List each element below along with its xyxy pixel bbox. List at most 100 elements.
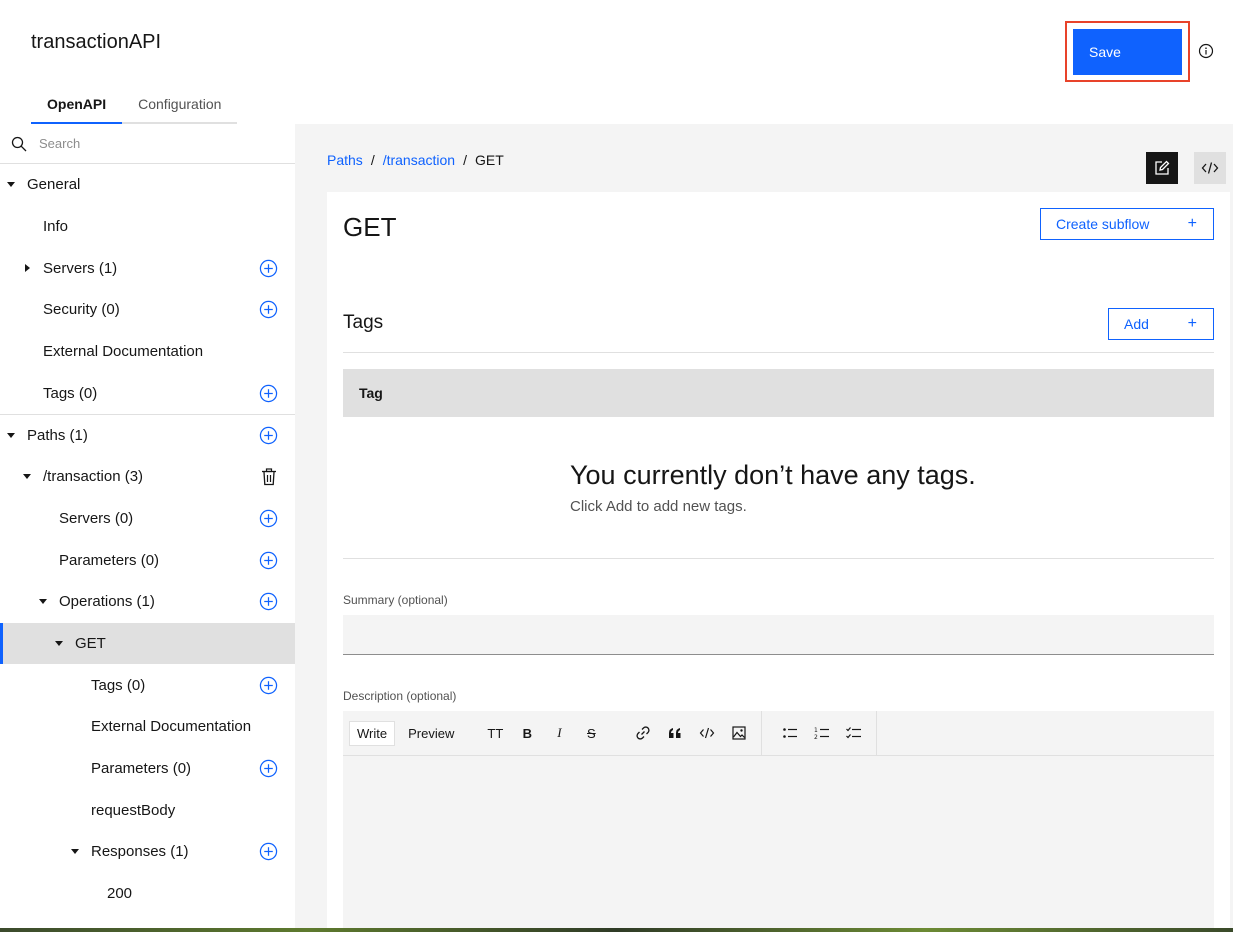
breadcrumb-separator: / xyxy=(463,152,467,168)
breadcrumb-paths[interactable]: Paths xyxy=(327,152,363,168)
sidebar-item-label: GET xyxy=(75,634,106,652)
summary-label: Summary (optional) xyxy=(343,593,448,607)
editor-toolbar: Write Preview TT B I S 1 2 xyxy=(343,710,1214,756)
preview-tab[interactable]: Preview xyxy=(401,722,461,745)
sidebar-item-label: Info xyxy=(43,218,69,236)
description-editor: Write Preview TT B I S 1 2 xyxy=(343,710,1214,932)
add-response-icon[interactable] xyxy=(259,842,278,861)
write-tab[interactable]: Write xyxy=(349,720,396,746)
strikethrough-icon[interactable]: S xyxy=(575,717,607,749)
code-snippet-icon[interactable] xyxy=(691,717,723,749)
quote-icon[interactable] xyxy=(659,717,691,749)
heading-icon[interactable]: TT xyxy=(479,717,511,749)
app-window: transactionAPI Save OpenAPI Configuratio… xyxy=(0,0,1233,932)
tab-openapi[interactable]: OpenAPI xyxy=(31,88,123,124)
code-view-button[interactable] xyxy=(1194,152,1226,184)
sidebar-item-servers[interactable]: Servers (1) xyxy=(0,247,295,289)
add-op-parameters-icon[interactable] xyxy=(259,759,278,778)
sidebar-item-info[interactable]: Info xyxy=(0,206,295,248)
desktop-background-strip xyxy=(0,928,1233,932)
sidebar-search xyxy=(0,124,295,164)
add-path-icon[interactable] xyxy=(259,426,278,445)
plus-icon: + xyxy=(1187,315,1197,332)
add-operation-icon[interactable] xyxy=(259,592,278,611)
chevron-down-icon[interactable] xyxy=(39,599,47,605)
chevron-down-icon[interactable] xyxy=(23,474,31,480)
toolbar-group-mode: Write Preview TT B I S xyxy=(343,711,761,756)
tags-section-title: Tags xyxy=(343,312,384,333)
sidebar-item-label: Servers (1) xyxy=(43,259,118,277)
sidebar-item-transaction[interactable]: /transaction (3) xyxy=(0,456,295,498)
sidebar-item-tags[interactable]: Tags (0) xyxy=(0,372,295,414)
add-path-parameters-icon[interactable] xyxy=(259,551,278,570)
sidebar-item-path-parameters[interactable]: Parameters (0) xyxy=(0,539,295,581)
divider xyxy=(343,558,1214,559)
sidebar-item-request-body[interactable]: requestBody xyxy=(0,789,295,831)
form-view-button[interactable] xyxy=(1146,152,1178,184)
save-button[interactable]: Save xyxy=(1073,29,1182,75)
sidebar-item-path-servers[interactable]: Servers (0) xyxy=(0,498,295,540)
sidebar-item-label: External Documentation xyxy=(43,343,204,361)
sidebar-item-paths[interactable]: Paths (1) xyxy=(0,414,295,456)
operation-panel: GET Create subflow + Tags Add + Tag You … xyxy=(327,192,1230,932)
bold-icon[interactable]: B xyxy=(511,717,543,749)
sidebar-item-op-external-documentation[interactable]: External Documentation xyxy=(0,706,295,748)
sidebar-item-label: Tags (0) xyxy=(43,384,98,402)
sidebar-item-operations[interactable]: Operations (1) xyxy=(0,581,295,623)
add-tag-button[interactable]: Add + xyxy=(1108,308,1214,340)
sidebar-item-label: Tags (0) xyxy=(91,676,146,694)
description-textarea[interactable] xyxy=(343,756,1214,932)
main-content: Paths / /transaction / GET GET Create su… xyxy=(295,124,1233,932)
sidebar-item-label: Operations (1) xyxy=(59,593,155,611)
divider xyxy=(343,352,1214,353)
add-path-servers-icon[interactable] xyxy=(259,509,278,528)
task-list-icon[interactable] xyxy=(838,717,870,749)
chevron-down-icon[interactable] xyxy=(55,640,63,646)
description-label: Description (optional) xyxy=(343,689,457,703)
breadcrumb-transaction[interactable]: /transaction xyxy=(383,152,455,168)
edit-icon xyxy=(1155,160,1170,175)
summary-input[interactable] xyxy=(343,615,1214,655)
numbered-list-icon[interactable]: 12 xyxy=(806,717,838,749)
link-icon[interactable] xyxy=(627,717,659,749)
sidebar-item-label: Servers (0) xyxy=(59,509,134,527)
sidebar-item-responses[interactable]: Responses (1) xyxy=(0,831,295,873)
sidebar-item-security[interactable]: Security (0) xyxy=(0,289,295,331)
sidebar-item-response-200[interactable]: 200 xyxy=(0,873,295,915)
sidebar-item-label: 200 xyxy=(107,885,133,903)
add-op-tags-icon[interactable] xyxy=(259,676,278,695)
tab-configuration[interactable]: Configuration xyxy=(122,88,238,124)
sidebar: General Info Servers (1) Security (0) Ex… xyxy=(0,124,295,932)
sidebar-item-general[interactable]: General xyxy=(0,164,295,206)
chevron-right-icon[interactable] xyxy=(25,264,30,273)
search-icon xyxy=(11,136,27,151)
toolbar-group-lists: 12 xyxy=(762,711,876,756)
bulleted-list-icon[interactable] xyxy=(774,717,806,749)
image-icon[interactable] xyxy=(723,717,755,749)
sidebar-item-get[interactable]: GET xyxy=(0,622,295,665)
app-title: transactionAPI xyxy=(31,31,162,53)
sidebar-item-external-documentation[interactable]: External Documentation xyxy=(0,331,295,373)
code-icon xyxy=(1201,162,1219,174)
sidebar-item-label: Parameters (0) xyxy=(59,551,160,569)
add-servers-icon[interactable] xyxy=(259,259,278,278)
chevron-down-icon[interactable] xyxy=(7,182,15,188)
info-icon[interactable] xyxy=(1198,43,1214,59)
breadcrumb-current: GET xyxy=(474,152,504,168)
sidebar-item-label: requestBody xyxy=(91,801,176,819)
chevron-down-icon[interactable] xyxy=(7,432,15,438)
sidebar-item-op-parameters[interactable]: Parameters (0) xyxy=(0,748,295,790)
trash-icon[interactable] xyxy=(261,468,277,486)
svg-text:2: 2 xyxy=(814,734,818,740)
add-tags-icon[interactable] xyxy=(259,384,278,403)
toolbar-separator xyxy=(876,710,878,756)
search-input[interactable] xyxy=(39,136,269,151)
empty-state-title: You currently don’t have any tags. xyxy=(570,460,976,490)
italic-icon[interactable]: I xyxy=(543,717,575,749)
sidebar-item-op-tags[interactable]: Tags (0) xyxy=(0,664,295,706)
create-subflow-button[interactable]: Create subflow + xyxy=(1040,208,1214,240)
add-security-icon[interactable] xyxy=(259,300,278,319)
tab-list: OpenAPI Configuration xyxy=(31,88,238,124)
chevron-down-icon[interactable] xyxy=(71,849,79,855)
tags-table-header: Tag xyxy=(343,369,1214,417)
